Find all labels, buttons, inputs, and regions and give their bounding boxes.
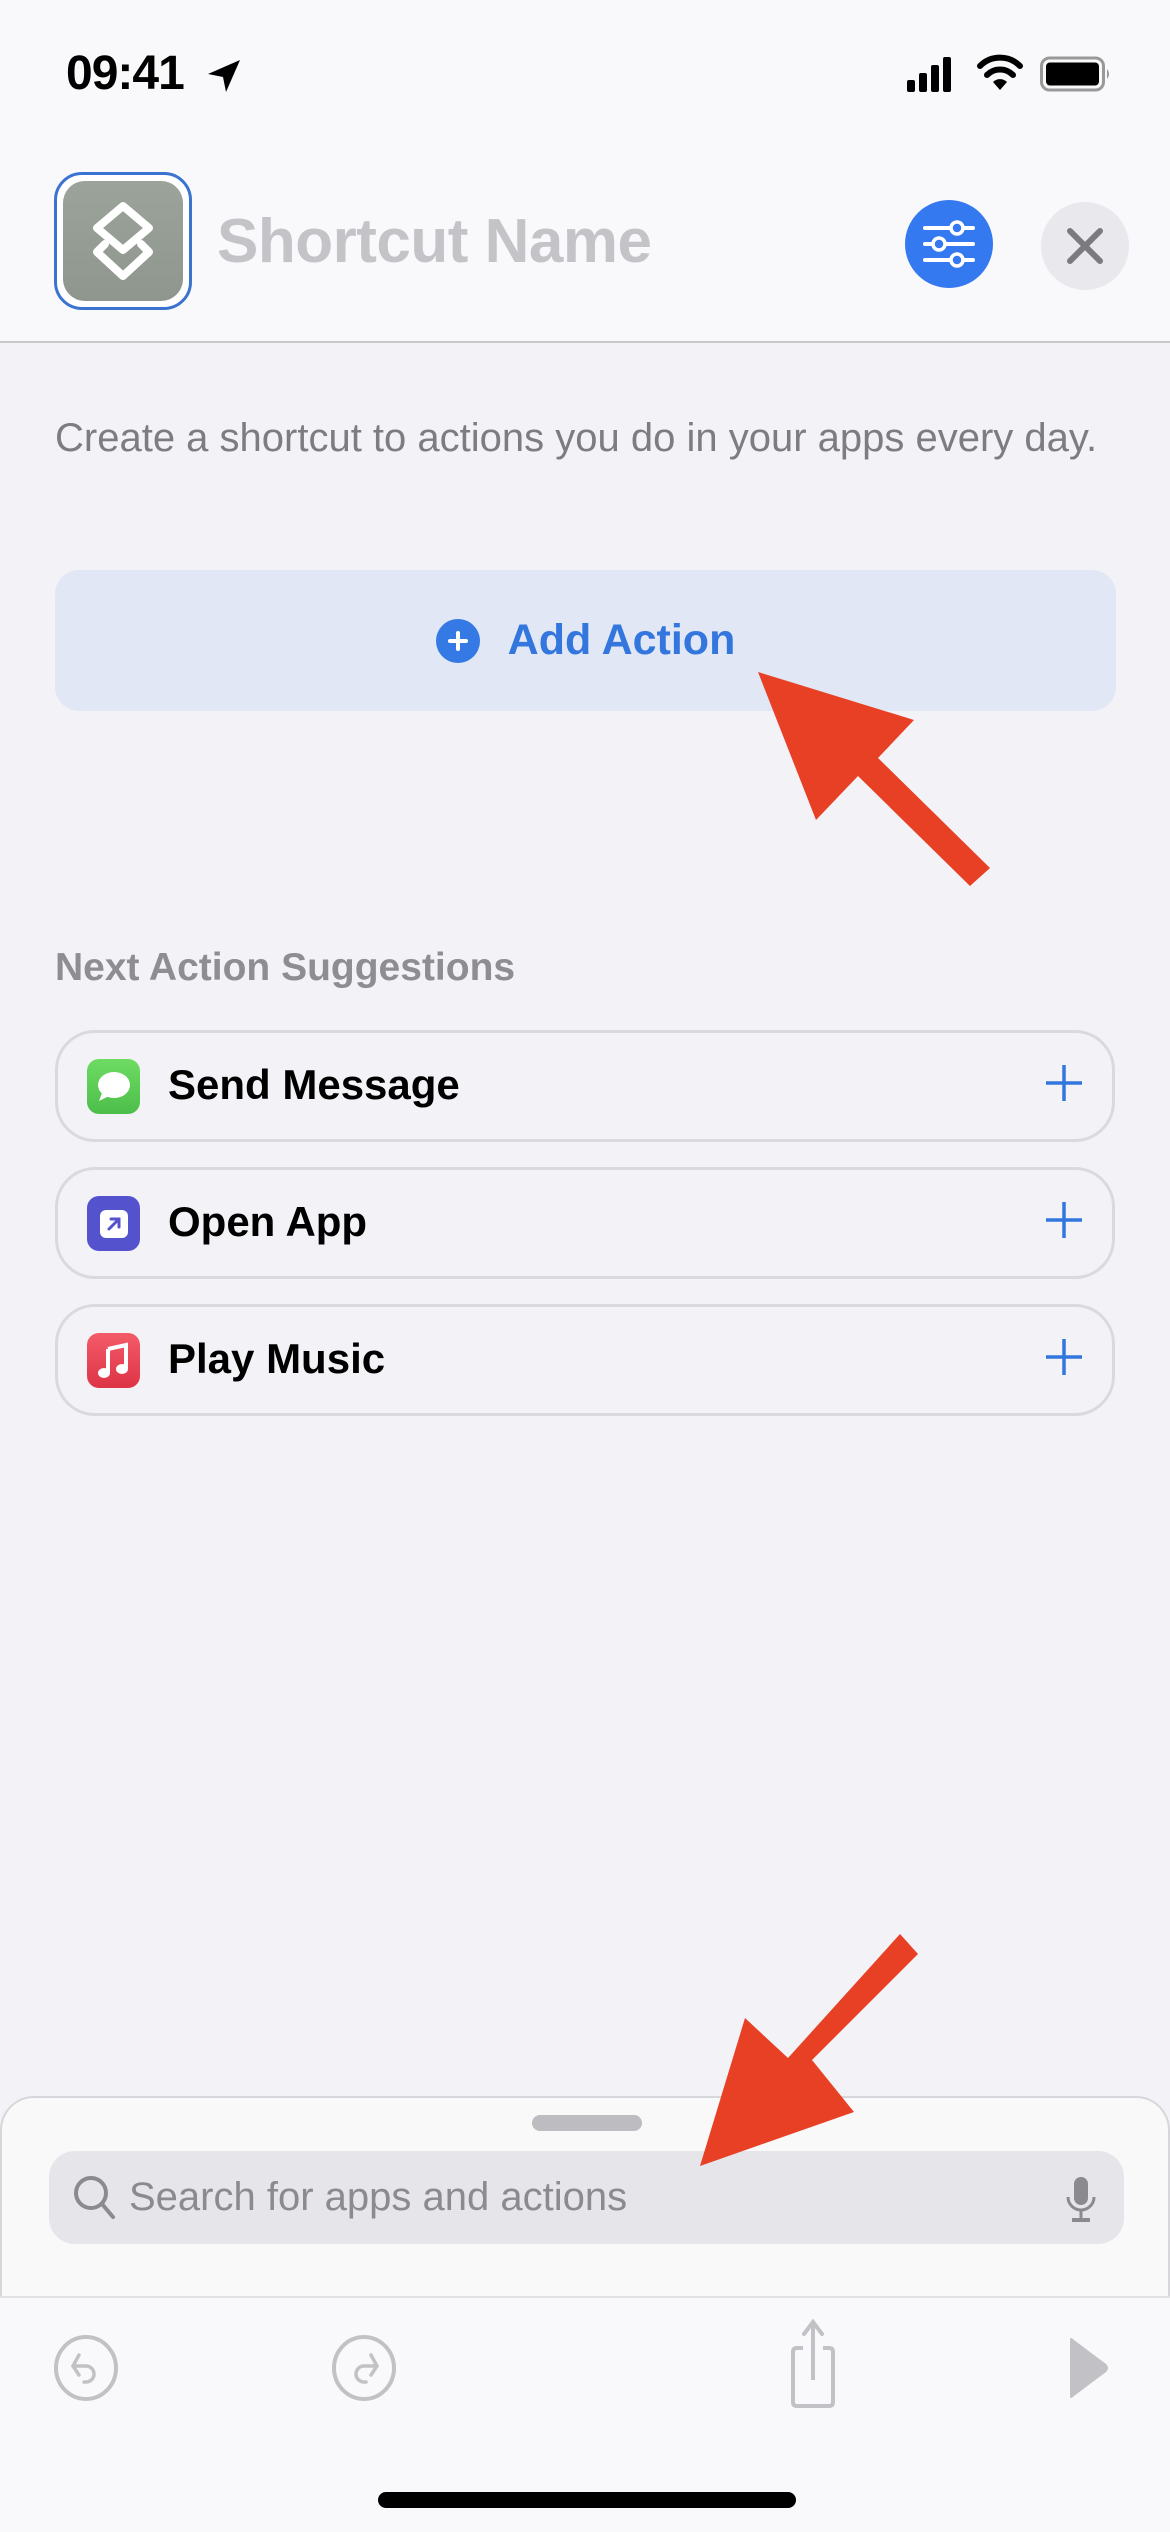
wifi-icon <box>977 54 1023 90</box>
home-indicator <box>378 2492 796 2508</box>
plus-circle-icon <box>435 618 480 663</box>
add-icon[interactable] <box>1044 1063 1084 1103</box>
close-button[interactable] <box>1041 202 1129 290</box>
intro-text: Create a shortcut to actions you do in y… <box>55 416 1098 460</box>
status-bar: 09:41 <box>0 0 1170 150</box>
location-arrow-icon <box>208 60 240 92</box>
shortcut-icon-button[interactable] <box>54 172 192 310</box>
undo-icon[interactable] <box>46 2328 126 2408</box>
music-icon <box>87 1333 140 1388</box>
add-action-button[interactable]: Add Action <box>55 570 1116 711</box>
close-icon <box>1067 228 1103 264</box>
suggestions-title: Next Action Suggestions <box>55 946 516 989</box>
redo-icon[interactable] <box>324 2328 404 2408</box>
shortcuts-icon <box>63 181 183 301</box>
shortcut-name-field[interactable]: Shortcut Name <box>217 206 652 277</box>
suggestion-label: Open App <box>168 1198 368 1245</box>
sliders-icon <box>923 220 975 268</box>
shortcut-header: Shortcut Name <box>0 150 1170 343</box>
suggestion-play-music[interactable]: Play Music <box>55 1304 1115 1416</box>
suggestion-label: Send Message <box>168 1061 460 1108</box>
open-app-icon <box>87 1196 140 1251</box>
settings-button[interactable] <box>905 200 993 288</box>
cellular-signal-icon <box>907 57 951 92</box>
add-icon[interactable] <box>1044 1337 1084 1377</box>
add-action-label: Add Action <box>507 616 736 664</box>
status-time: 09:41 <box>66 47 185 100</box>
action-search-sheet <box>0 2096 1170 2296</box>
suggestion-label: Play Music <box>168 1335 386 1382</box>
play-icon[interactable] <box>1056 2328 1136 2408</box>
suggestion-send-message[interactable]: Send Message <box>55 1030 1115 1142</box>
search-icon <box>74 2176 115 2219</box>
battery-icon <box>1040 56 1109 92</box>
sheet-grabber[interactable] <box>532 2115 642 2131</box>
microphone-icon[interactable] <box>1064 2175 1098 2225</box>
add-icon[interactable] <box>1044 1200 1084 1240</box>
messages-icon <box>87 1059 140 1114</box>
shortcut-editor-screen: 09:41 Shortcut Name Create a shortcut to… <box>0 0 1170 2532</box>
search-field[interactable] <box>49 2151 1124 2244</box>
suggestion-open-app[interactable]: Open App <box>55 1167 1115 1279</box>
share-icon[interactable] <box>773 2316 853 2412</box>
search-input[interactable] <box>129 2151 1029 2244</box>
